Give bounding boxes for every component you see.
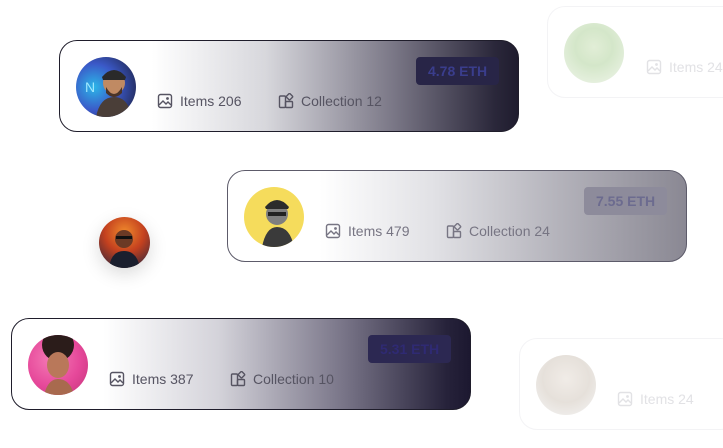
collection-stat: Collection 10 xyxy=(230,371,334,387)
collection-label: Collection 10 xyxy=(253,371,334,387)
image-icon xyxy=(325,223,341,239)
creator-card-faded-top[interactable]: Items 24 xyxy=(547,6,723,98)
avatar xyxy=(28,335,88,395)
items-stat: Items 206 xyxy=(157,93,241,109)
collection-label: Collection 24 xyxy=(469,223,550,239)
collection-icon xyxy=(278,93,294,109)
collection-stat: Collection 24 xyxy=(446,223,550,239)
image-icon xyxy=(157,93,173,109)
items-label: Items 479 xyxy=(348,223,410,239)
image-icon xyxy=(646,59,662,75)
avatar xyxy=(536,355,596,415)
items-label: Items 206 xyxy=(180,93,242,109)
price-badge: 4.78 ETH xyxy=(416,57,500,85)
avatar xyxy=(244,187,304,247)
creator-card[interactable]: Items 387 Collection 10 5.31 ETH xyxy=(11,318,471,410)
collection-label: Collection 12 xyxy=(301,93,382,109)
avatar xyxy=(99,217,150,268)
items-stat: Items 24 xyxy=(646,59,723,75)
items-label: Items 387 xyxy=(132,371,194,387)
image-icon xyxy=(109,371,125,387)
items-stat: Items 479 xyxy=(325,223,409,239)
avatar: N xyxy=(76,57,136,117)
avatar xyxy=(564,23,624,83)
creator-card[interactable]: N Items 206 Collection 12 4.78 ETH xyxy=(59,40,519,132)
collection-stat: Collection 12 xyxy=(278,93,382,109)
price-badge: 7.55 ETH xyxy=(584,187,668,215)
items-stat: Items 387 xyxy=(109,371,193,387)
collection-icon xyxy=(230,371,246,387)
items-label: Items 24 xyxy=(640,391,694,407)
price-badge: 5.31 ETH xyxy=(368,335,452,363)
creator-card-faded-bottom[interactable]: Items 24 xyxy=(519,338,723,430)
image-icon xyxy=(617,391,633,407)
svg-text:N: N xyxy=(85,79,95,95)
items-label: Items 24 xyxy=(669,59,723,75)
creator-card[interactable]: Items 479 Collection 24 7.55 ETH xyxy=(227,170,687,262)
collection-icon xyxy=(446,223,462,239)
items-stat: Items 24 xyxy=(617,391,694,407)
